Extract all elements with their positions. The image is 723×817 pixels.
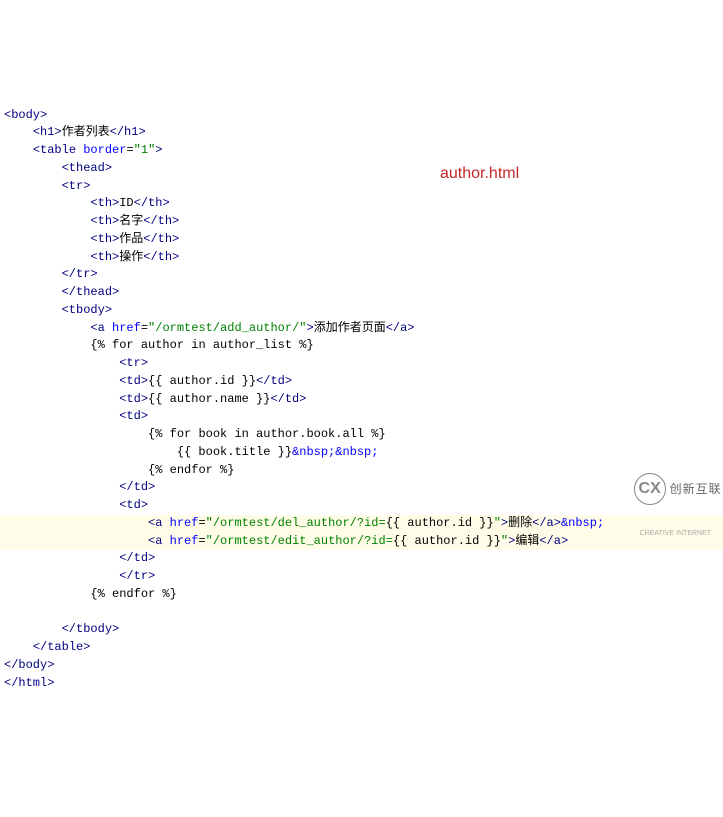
- logo-sub: CREATIVE INTERNET: [640, 530, 711, 537]
- logo-mark: CX: [634, 473, 666, 505]
- filename-annotation: author.html: [440, 162, 519, 186]
- logo-brand: 创新互联: [670, 482, 722, 496]
- code-block: <body> <h1>作者列表</h1> <table border="1"> …: [4, 107, 723, 693]
- watermark-logo: CX创新互联 CREATIVE INTERNET: [627, 455, 717, 495]
